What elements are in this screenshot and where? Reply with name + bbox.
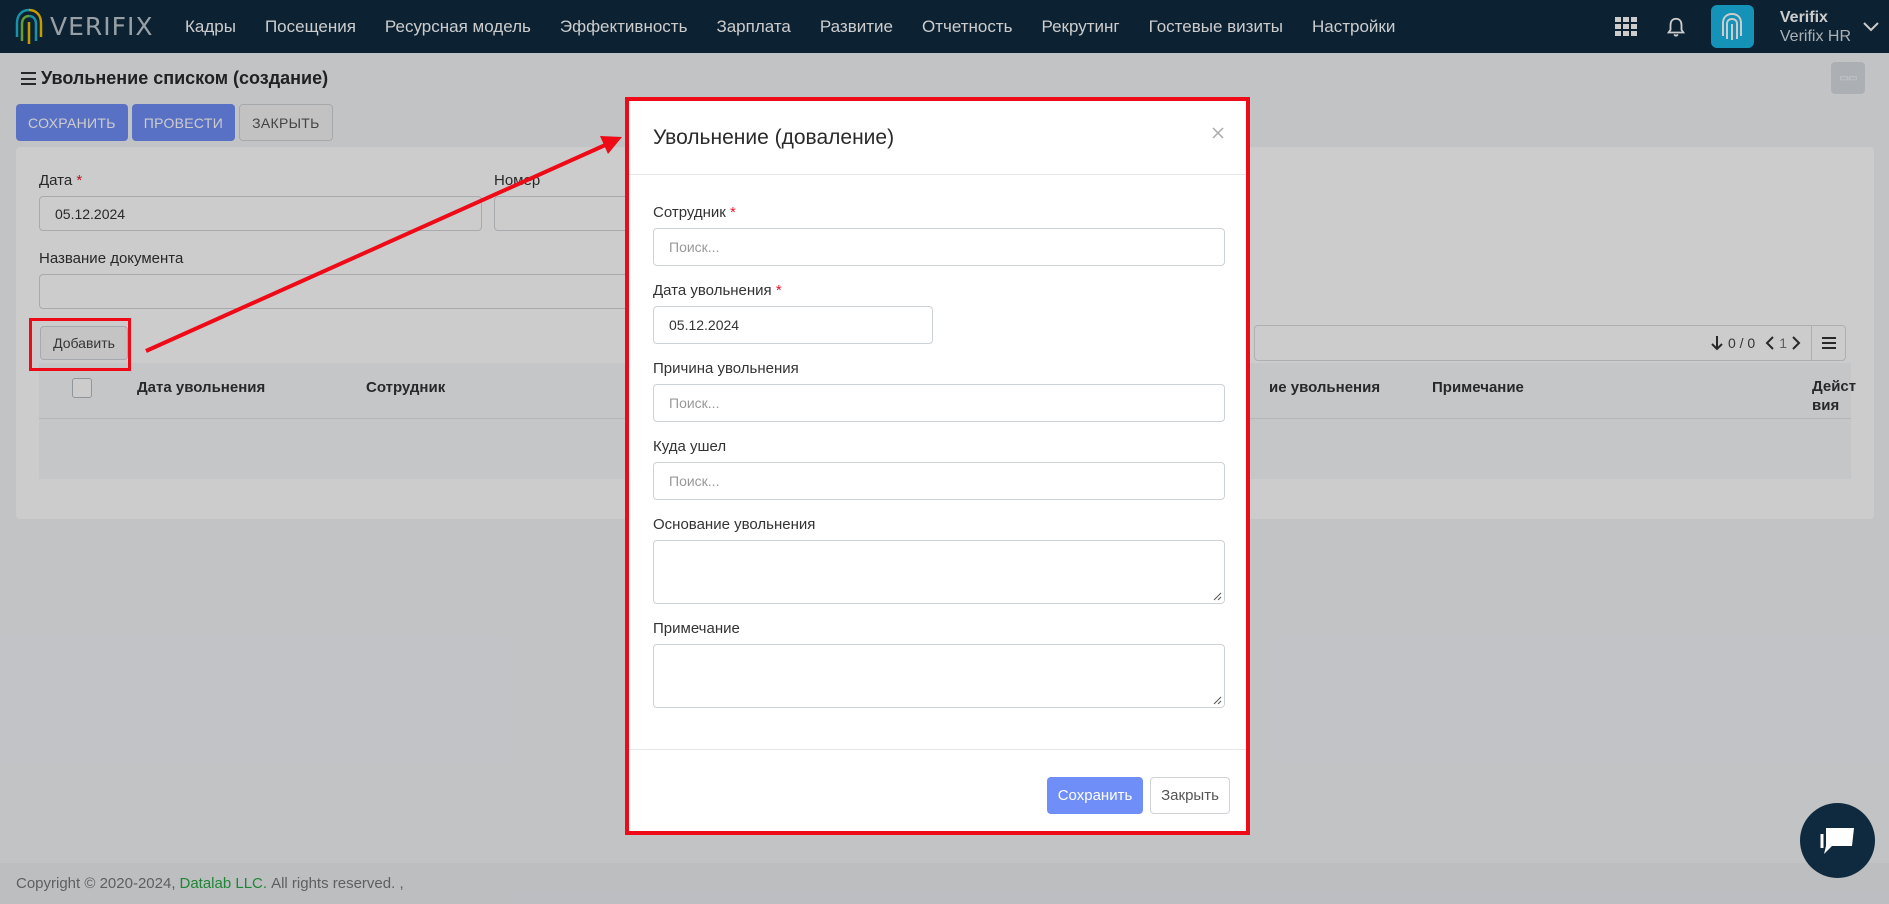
reason-label: Причина увольнения <box>653 360 799 377</box>
chat-button[interactable] <box>1800 803 1875 878</box>
note-label: Примечание <box>653 620 740 637</box>
modal-title: Увольнение (доваление) <box>653 126 895 149</box>
employee-search-input[interactable]: Поиск... <box>653 228 1225 266</box>
dismissal-date-input[interactable]: 05.12.2024 <box>653 306 933 344</box>
note-textarea[interactable] <box>653 644 1225 708</box>
resize-handle-icon[interactable] <box>1213 696 1222 705</box>
reason-search-input[interactable]: Поиск... <box>653 384 1225 422</box>
modal-header: Увольнение (доваление) <box>629 101 1246 175</box>
resize-handle-icon[interactable] <box>1213 592 1222 601</box>
where-label: Куда ушел <box>653 438 727 455</box>
chat-icon <box>1820 827 1854 854</box>
modal-footer: Сохранить Закрыть <box>629 749 1246 831</box>
basis-label: Основание увольнения <box>653 516 816 533</box>
modal-close-button[interactable]: Закрыть <box>1150 777 1230 814</box>
dismissal-date-label: Дата увольнения * <box>653 282 782 299</box>
basis-textarea[interactable] <box>653 540 1225 604</box>
close-icon[interactable] <box>1210 125 1226 141</box>
highlight-box <box>29 318 131 371</box>
modal-save-button[interactable]: Сохранить <box>1047 777 1143 814</box>
where-search-input[interactable]: Поиск... <box>653 462 1225 500</box>
dismissal-modal: Увольнение (доваление) Сотрудник * Поиск… <box>625 97 1250 835</box>
employee-label: Сотрудник * <box>653 204 736 221</box>
